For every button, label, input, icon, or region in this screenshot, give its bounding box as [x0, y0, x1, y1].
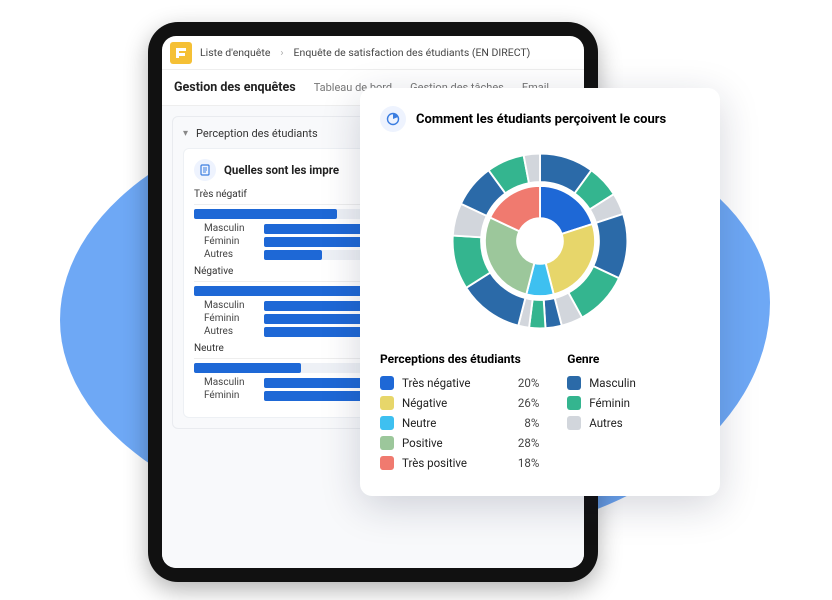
legend-item: Très négative 20% [380, 376, 539, 390]
legend-item: Négative 26% [380, 396, 539, 410]
breadcrumb-item[interactable]: Enquête de satisfaction des étudiants (E… [294, 46, 531, 59]
chevron-right-icon: › [280, 46, 283, 59]
swatch [380, 396, 394, 410]
legend-pct: 18% [505, 456, 539, 470]
legend-label: Positive [402, 436, 443, 450]
bar-label: Féminin [204, 313, 256, 324]
legend-title-perceptions: Perceptions des étudiants [380, 352, 539, 366]
bar-label: Autres [204, 249, 256, 260]
legend-label: Féminin [589, 396, 630, 410]
swatch [567, 416, 581, 430]
bar-label: Féminin [204, 236, 256, 247]
legend-item: Féminin [567, 396, 700, 410]
bar-label: Autres [204, 326, 256, 337]
legend-item: Positive 28% [380, 436, 539, 450]
breadcrumb: Liste d'enquête › Enquête de satisfactio… [162, 36, 584, 70]
legend-title-genre: Genre [567, 352, 700, 366]
swatch [380, 376, 394, 390]
app-logo[interactable] [170, 42, 192, 64]
card-title: Quelles sont les impre [224, 163, 339, 177]
legend-label: Neutre [402, 416, 436, 430]
page-title: Gestion des enquêtes [174, 80, 296, 95]
legend-item: Très positive 18% [380, 456, 539, 470]
legend-item: Masculin [567, 376, 700, 390]
legend-label: Autres [589, 416, 622, 430]
swatch [380, 416, 394, 430]
legend: Perceptions des étudiants Très négative 2… [380, 352, 700, 476]
bar-label: Masculin [204, 300, 256, 311]
pie-chart-icon [380, 106, 406, 132]
swatch [567, 376, 581, 390]
legend-label: Négative [402, 396, 447, 410]
document-icon [194, 159, 216, 181]
legend-pct: 28% [505, 436, 539, 450]
legend-item: Autres [567, 416, 700, 430]
swatch [380, 456, 394, 470]
chevron-down-icon: ▾ [183, 128, 188, 139]
legend-label: Très négative [402, 376, 470, 390]
swatch [380, 436, 394, 450]
sunburst-chart [445, 146, 635, 336]
legend-label: Très positive [402, 456, 467, 470]
overlay-header: Comment les étudiants perçoivent le cour… [380, 106, 700, 132]
swatch [567, 396, 581, 410]
legend-pct: 26% [505, 396, 539, 410]
legend-label: Masculin [589, 376, 636, 390]
section-title: Perception des étudiants [196, 127, 318, 140]
bar-label: Féminin [204, 390, 256, 401]
breadcrumb-item[interactable]: Liste d'enquête [200, 46, 270, 59]
donut-overlay-card: Comment les étudiants perçoivent le cour… [360, 88, 720, 496]
bar-label: Masculin [204, 223, 256, 234]
bar-label: Masculin [204, 377, 256, 388]
overlay-title: Comment les étudiants perçoivent le cour… [416, 112, 666, 127]
legend-item: Neutre 8% [380, 416, 539, 430]
legend-pct: 20% [505, 376, 539, 390]
legend-pct: 8% [505, 416, 539, 430]
